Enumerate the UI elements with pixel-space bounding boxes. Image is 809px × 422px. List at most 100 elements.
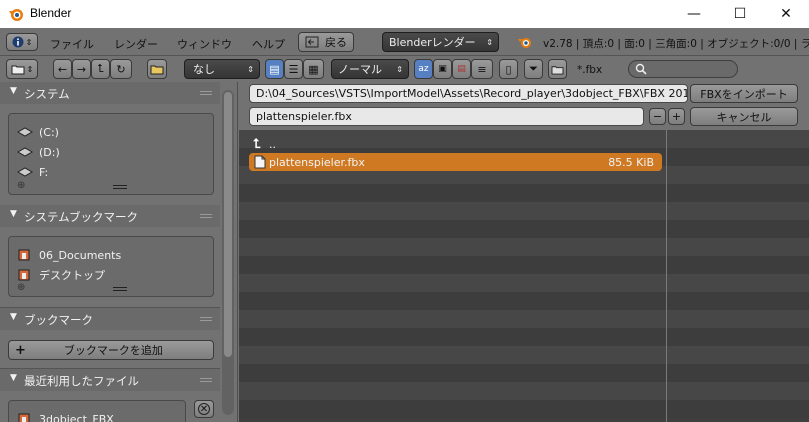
recent-files-list: 3dobject_FBX: [8, 400, 186, 422]
parent-directory-row[interactable]: ⮤ ..: [249, 135, 662, 153]
decrement-filename-button[interactable]: −: [649, 108, 666, 125]
info-header: ⇕ ファイル レンダー ウィンドウ ヘルプ 戻る Blenderレンダー ⇕ v…: [0, 28, 809, 56]
sort-alpha-button[interactable]: az: [414, 59, 433, 79]
panel-header-system-bookmarks[interactable]: ▼ システムブックマーク: [0, 205, 220, 227]
back-nav-button[interactable]: ←: [53, 59, 72, 79]
filebrowser-toolbar: ⇕ ← → ⮤ ↻ なし ⇕ ▤ ☰ ▦ ノーマル ⇕ az ▣ ▤ ≡ ▯ ⏷…: [0, 56, 809, 82]
file-size: 85.5 KiB: [608, 155, 654, 169]
sort-size-button[interactable]: ≡: [471, 59, 493, 79]
filter-toggle-button[interactable]: ⏷: [524, 59, 543, 79]
system-drive-list: (C:) (D:) F: ⊕: [8, 113, 214, 195]
search-icon: [635, 63, 647, 75]
updown-arrow-icon: ⇕: [396, 64, 403, 74]
disk-drive-icon: [17, 127, 33, 137]
filter-folders-button[interactable]: [548, 59, 567, 79]
list-item[interactable]: デスクトップ: [17, 266, 105, 284]
close-window-button[interactable]: ✕: [763, 0, 809, 28]
ghost-icon: ▯: [505, 62, 512, 76]
list-resize-grip[interactable]: [113, 185, 127, 189]
list-resize-grip[interactable]: [113, 287, 127, 291]
list-item[interactable]: (C:): [17, 123, 59, 141]
minimize-button[interactable]: —: [671, 0, 717, 28]
triangle-down-icon: ▼: [10, 373, 17, 383]
plus-icon: ⊕: [17, 282, 26, 293]
menu-file[interactable]: ファイル: [50, 36, 94, 52]
filter-glob-text[interactable]: *.fbx: [577, 64, 602, 76]
minus-icon: −: [652, 110, 663, 123]
list-item[interactable]: 3dobject_FBX: [17, 410, 114, 422]
display-mode-dropdown[interactable]: なし ⇕: [184, 59, 260, 79]
file-name: plattenspieler.fbx: [269, 155, 365, 169]
disk-drive-icon: [17, 147, 33, 157]
sort-extension-button[interactable]: ▣: [433, 59, 452, 79]
list-item[interactable]: (D:): [17, 143, 60, 161]
blender-logo-icon: [9, 9, 23, 21]
disk-drive-icon: [17, 167, 33, 177]
back-arrow-icon: [305, 36, 319, 48]
panel-grip-icon[interactable]: [200, 91, 212, 95]
cancel-button[interactable]: キャンセル: [690, 107, 798, 126]
window-title: Blender: [30, 6, 72, 20]
thumbnails-icon: ▦: [308, 62, 319, 76]
sort-size-icon: ≡: [477, 62, 487, 76]
clear-recent-button[interactable]: ✕: [194, 400, 214, 418]
thumbnail-size-dropdown[interactable]: ノーマル ⇕: [331, 59, 409, 79]
panel-header-recent[interactable]: ▼ 最近利用したファイル: [0, 369, 220, 391]
menu-help[interactable]: ヘルプ: [252, 36, 285, 52]
search-input[interactable]: [628, 60, 738, 78]
add-bookmark-button[interactable]: + ブックマークを追加: [8, 340, 214, 360]
file-row-selected[interactable]: plattenspieler.fbx 85.5 KiB: [249, 153, 662, 171]
parent-dir-button[interactable]: ⮤: [91, 59, 110, 79]
increment-filename-button[interactable]: +: [668, 108, 685, 125]
filename-field[interactable]: plattenspieler.fbx: [249, 107, 644, 126]
triangle-down-icon: ▼: [10, 312, 17, 322]
view-short-list-button[interactable]: ▤: [265, 59, 284, 79]
view-long-list-button[interactable]: ☰: [284, 59, 303, 79]
editor-type-selector[interactable]: ⇕: [6, 33, 38, 51]
column-divider: [666, 130, 667, 422]
panel-grip-icon[interactable]: [200, 214, 212, 218]
updown-arrow-icon: ⇕: [486, 37, 493, 47]
file-list: ⮤ .. plattenspieler.fbx 85.5 KiB: [239, 130, 809, 422]
render-engine-dropdown[interactable]: Blenderレンダー ⇕: [382, 32, 499, 52]
sidebar-scrollbar-thumb[interactable]: [224, 92, 232, 357]
sort-alpha-icon: az: [418, 64, 429, 74]
refresh-button[interactable]: ↻: [110, 59, 132, 79]
maximize-button[interactable]: ☐: [717, 0, 763, 28]
forward-nav-button[interactable]: →: [72, 59, 91, 79]
info-icon: [12, 36, 24, 48]
menu-window[interactable]: ウィンドウ: [177, 36, 232, 52]
panel-header-bookmarks[interactable]: ▼ ブックマーク: [0, 308, 220, 330]
triangle-down-icon: ▼: [10, 209, 17, 219]
folder-icon: [551, 65, 564, 75]
bookmark-folder-icon: [18, 249, 30, 261]
sort-extension-icon: ▣: [438, 64, 447, 74]
bookmark-folder-icon: [18, 413, 30, 422]
close-icon: ✕: [198, 403, 210, 415]
view-thumbnails-button[interactable]: ▦: [303, 59, 324, 79]
sort-time-icon: ▤: [457, 64, 466, 74]
filter-funnel-icon: ⏷: [529, 62, 538, 75]
directory-path-field[interactable]: D:\04_Sources\VSTS\ImportModel\Assets\Re…: [249, 84, 688, 103]
panel-header-system[interactable]: ▼ システム: [0, 82, 220, 104]
list-item[interactable]: F:: [17, 163, 48, 181]
triangle-down-icon: ▼: [10, 86, 17, 96]
updown-arrow-icon: ⇕: [26, 64, 34, 74]
back-button[interactable]: 戻る: [298, 32, 354, 52]
panel-grip-icon[interactable]: [200, 317, 212, 321]
sort-time-button[interactable]: ▤: [452, 59, 471, 79]
file-browser-main: D:\04_Sources\VSTS\ImportModel\Assets\Re…: [239, 82, 809, 422]
refresh-icon: ↻: [116, 62, 126, 76]
panel-grip-icon[interactable]: [200, 378, 212, 382]
editor-type-selector-filebrowser[interactable]: ⇕: [6, 59, 38, 79]
hide-dot-files-button[interactable]: ▯: [499, 59, 518, 79]
menu-render[interactable]: レンダー: [114, 36, 158, 52]
new-folder-button[interactable]: [147, 59, 167, 79]
list-short-icon: ▤: [269, 62, 280, 76]
import-fbx-button[interactable]: FBXをインポート: [690, 84, 798, 103]
list-item[interactable]: 06_Documents: [17, 246, 121, 264]
list-long-icon: ☰: [288, 62, 299, 76]
updown-arrow-icon: ⇕: [25, 37, 33, 47]
plus-icon: +: [15, 342, 26, 358]
file-icon: [254, 155, 266, 169]
